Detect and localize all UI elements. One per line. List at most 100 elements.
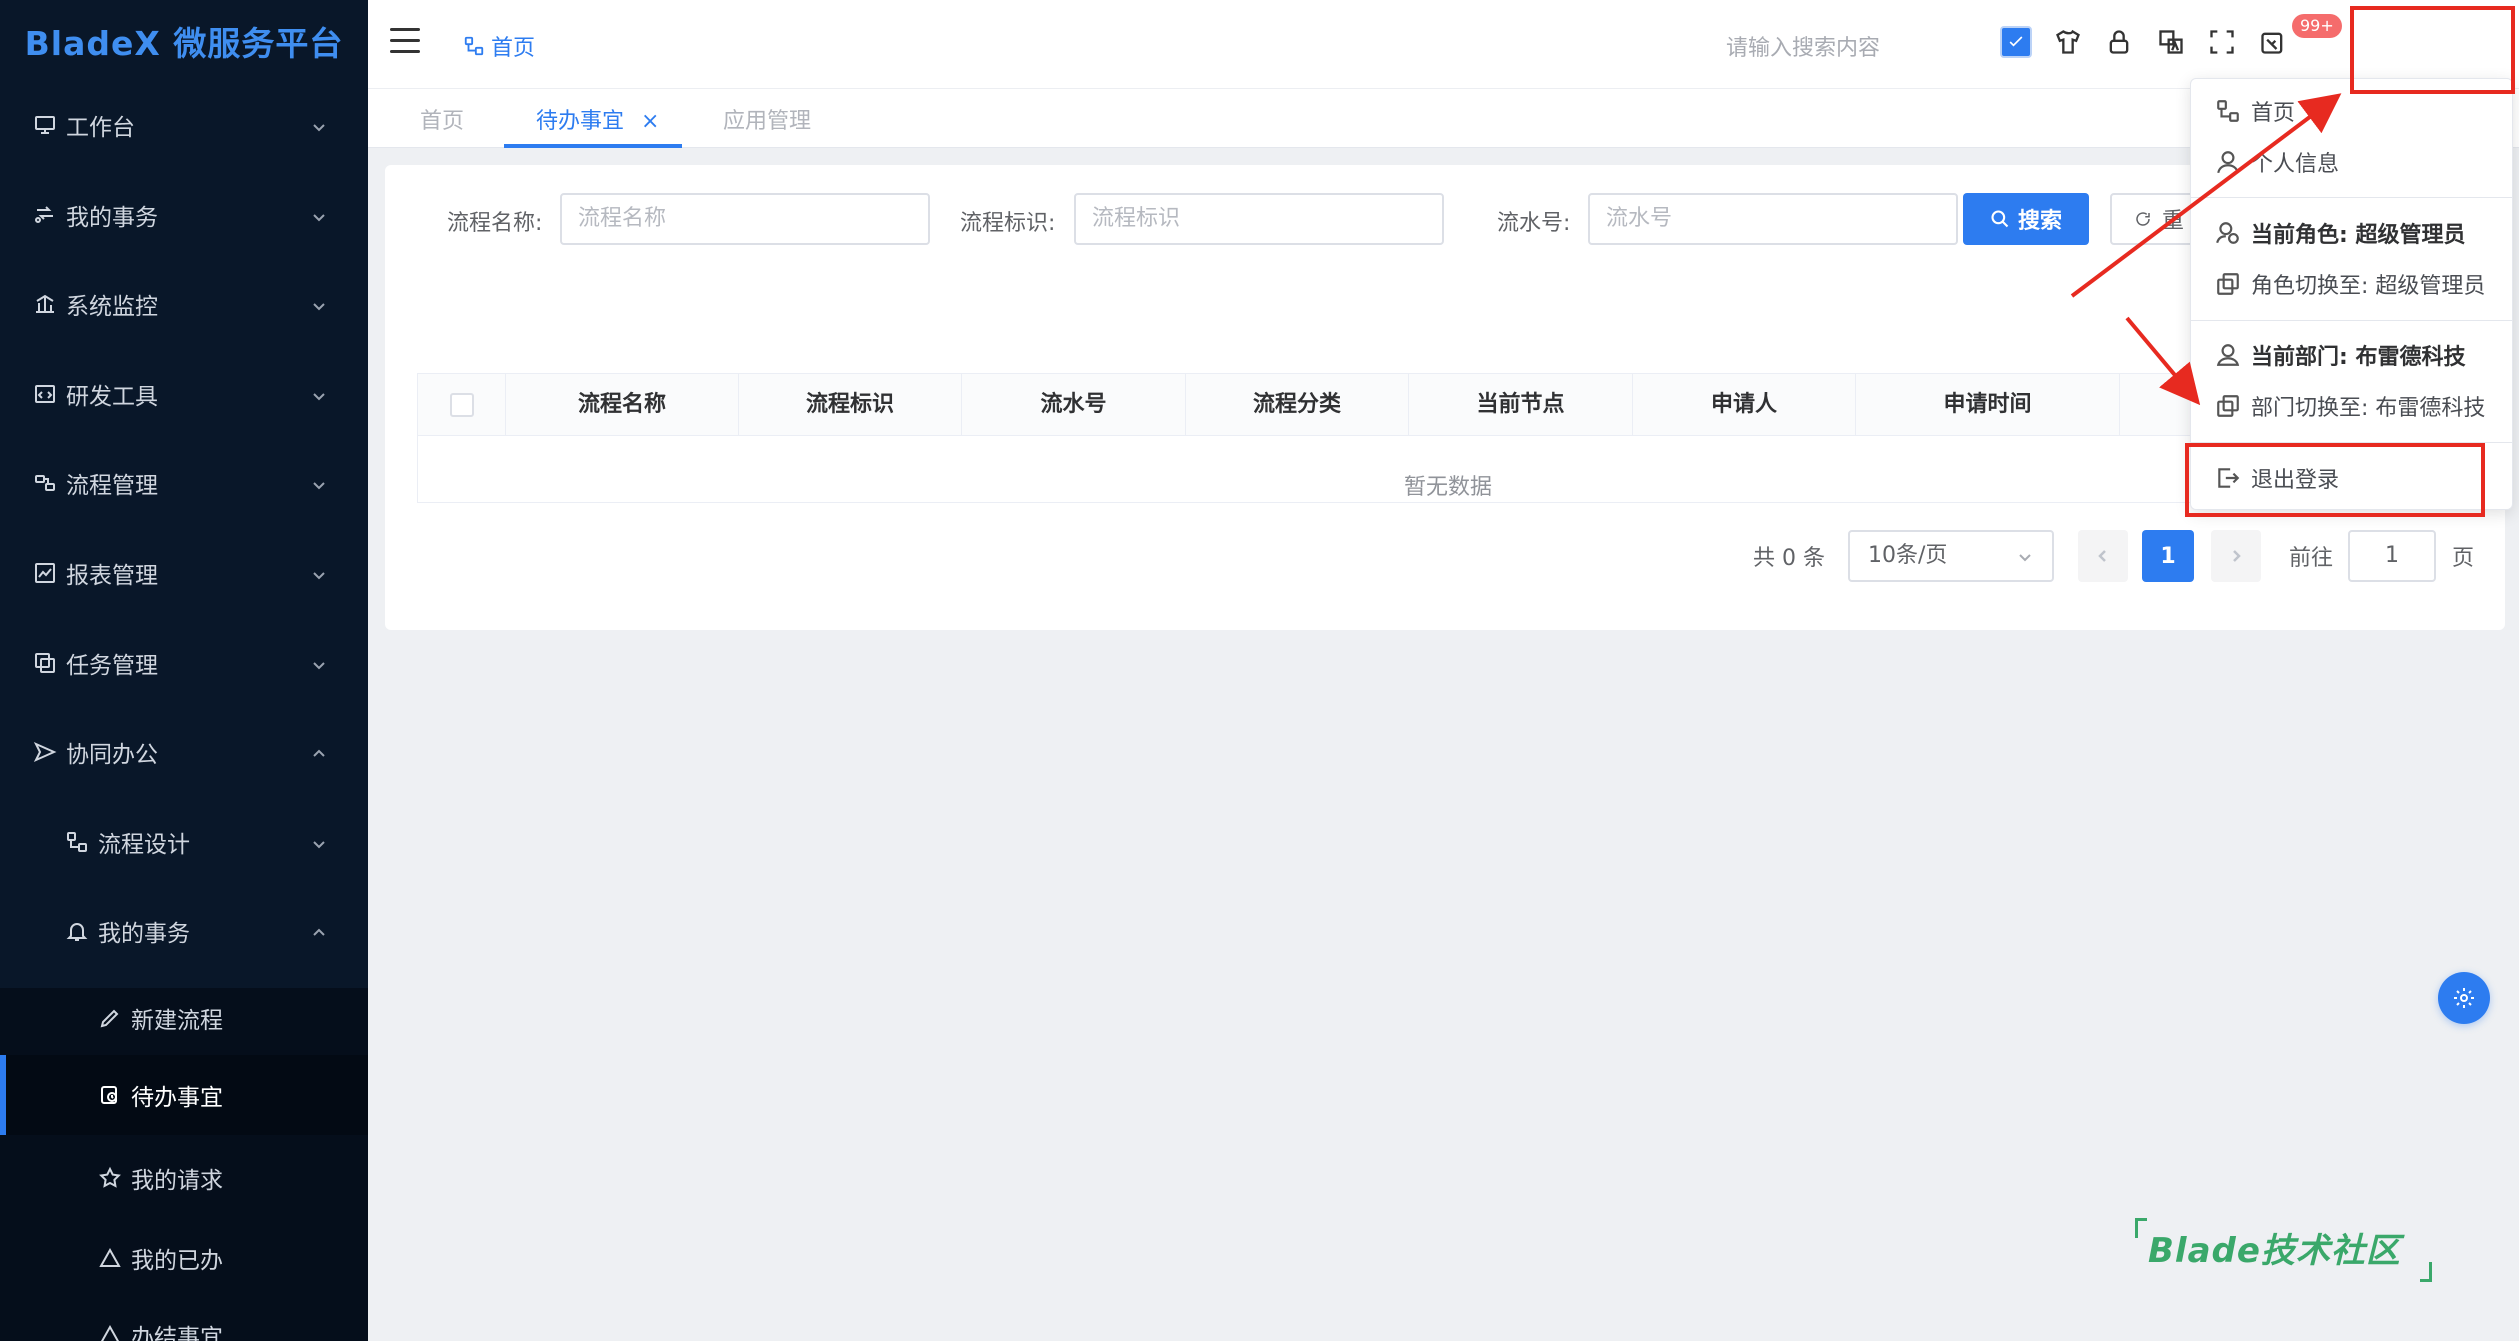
dropdown-label: 当前部门: 布雷德科技 — [2251, 345, 2466, 370]
bell-icon — [62, 916, 92, 946]
tab-app-management[interactable]: 应用管理 — [723, 103, 811, 135]
dropdown-item-profile[interactable]: 个人信息 — [2215, 142, 2339, 182]
column-header[interactable]: 流程名称 — [506, 374, 739, 436]
flow-name-label: 流程名称: — [447, 211, 543, 236]
dropdown-label: 首页 — [2251, 101, 2296, 126]
sidebar-item-task-management[interactable]: 任务管理 — [0, 633, 368, 693]
search-button[interactable]: 搜索 — [1963, 193, 2089, 245]
dropdown-item-switch-role[interactable]: 角色切换至: 超级管理员 — [2215, 264, 2485, 304]
flow-icon — [2217, 100, 2239, 122]
line-chart-icon — [30, 558, 60, 588]
sidebar-item-my-done[interactable]: 我的已办 — [0, 1228, 368, 1288]
header-search-input[interactable]: 请输入搜索内容 — [1726, 30, 1880, 62]
chevron-down-icon — [310, 564, 328, 582]
sidebar-item-report-management[interactable]: 报表管理 — [0, 543, 368, 603]
todo-icon — [95, 1080, 125, 1110]
sidebar-item-label: 我的事务 — [98, 921, 190, 947]
empty-text: 暂无数据 — [1403, 475, 1492, 500]
sidebar-item-label: 流程管理 — [66, 473, 158, 499]
sidebar-item-completed[interactable]: 办结事宜 — [0, 1305, 368, 1341]
sidebar-item-label: 待办事宜 — [131, 1085, 223, 1111]
column-header[interactable]: 流程标识 — [739, 374, 962, 436]
sidebar-item-system-monitor[interactable]: 系统监控 — [0, 274, 368, 334]
serial-input[interactable]: 流水号 — [1588, 193, 1958, 245]
search-button-label: 搜索 — [2017, 209, 2062, 234]
sidebar-item-my-affairs[interactable]: 我的事务 — [0, 185, 368, 245]
sidebar-item-label: 系统监控 — [66, 294, 158, 320]
column-header[interactable]: 申请人 — [1633, 374, 1856, 436]
chevron-down-icon — [310, 206, 328, 224]
sidebar-item-label: 流程设计 — [98, 832, 190, 858]
table-header: 流程名称 流程标识 流水号 流程分类 当前节点 申请人 申请时间 — [418, 374, 2230, 436]
flow-key-input[interactable]: 流程标识 — [1074, 193, 1444, 245]
chevron-down-icon — [310, 116, 328, 134]
sidebar-item-my-requests[interactable]: 我的请求 — [0, 1148, 368, 1208]
chevron-up-icon — [310, 922, 328, 940]
tab-todo[interactable]: 待办事宜 × — [536, 103, 659, 135]
flow-key-label: 流程标识: — [960, 211, 1056, 236]
sidebar-item-flow-management[interactable]: 流程管理 — [0, 453, 368, 513]
goto-page-input[interactable]: 1 — [2348, 530, 2436, 582]
column-header[interactable]: 当前节点 — [1409, 374, 1633, 436]
app-logo: BladeX 微服务平台 — [24, 24, 344, 63]
lock-icon[interactable] — [2103, 26, 2135, 58]
prev-page-button[interactable] — [2078, 530, 2128, 582]
page-size-select[interactable]: 10条/页 — [1848, 530, 2054, 582]
chevron-down-icon — [310, 654, 328, 672]
theme-shirt-icon[interactable] — [2052, 26, 2084, 58]
active-tab-indicator — [504, 144, 682, 148]
select-all-checkbox[interactable] — [450, 393, 474, 417]
translate-icon[interactable] — [2155, 26, 2187, 58]
sidebar-item-todo[interactable]: 待办事宜 — [0, 1055, 368, 1135]
next-page-button[interactable] — [2211, 530, 2261, 582]
dropdown-item-home[interactable]: 首页 — [2215, 91, 2295, 131]
pen-icon — [95, 1003, 125, 1033]
watermark-bracket — [2135, 1218, 2147, 1238]
breadcrumb-home[interactable]: 首页 — [491, 30, 535, 62]
affairs-icon — [30, 200, 60, 230]
column-header[interactable]: 流程分类 — [1186, 374, 1409, 436]
column-header[interactable]: 流水号 — [962, 374, 1186, 436]
chevron-down-icon — [310, 295, 328, 313]
dropdown-label: 部门切换至: 布雷德科技 — [2251, 396, 2486, 421]
watermark-text: Blade技术社区 — [2148, 1231, 2401, 1271]
sidebar-item-workbench[interactable]: 工作台 — [0, 95, 368, 155]
sidebar-item-dev-tools[interactable]: 研发工具 — [0, 364, 368, 424]
sidebar-item-my-affairs-sub[interactable]: 我的事务 — [0, 901, 368, 961]
dropdown-item-switch-dept[interactable]: 部门切换至: 布雷德科技 — [2215, 386, 2485, 426]
main-card: 流程名称: 流程名称 流程标识: 流程标识 流水号: 流水号 搜索 重 流程名称… — [385, 165, 2505, 630]
sidebar-item-collab-office[interactable]: 协同办公 — [0, 722, 368, 782]
sidebar-item-label: 报表管理 — [66, 563, 158, 589]
dropdown-item-current-dept: 当前部门: 布雷德科技 — [2215, 335, 2465, 375]
watermark-bracket — [2420, 1262, 2432, 1282]
close-icon[interactable]: × — [641, 109, 659, 134]
breadcrumb[interactable]: 首页 — [463, 30, 535, 62]
annotation-box-user — [2350, 6, 2515, 94]
column-header[interactable]: 申请时间 — [1856, 374, 2120, 436]
monitor-chart-icon — [30, 289, 60, 319]
chevron-up-icon — [310, 743, 328, 761]
refresh-icon — [2136, 212, 2150, 226]
notification-badge: 99+ — [2292, 14, 2342, 38]
checkbox-toggle-icon[interactable] — [2000, 26, 2032, 58]
sidebar-item-flow-design[interactable]: 流程设计 — [0, 812, 368, 872]
triangle-icon — [95, 1320, 125, 1341]
top-header: 首页 请输入搜索内容 99+ — [368, 0, 2519, 88]
hamburger-menu-icon[interactable] — [390, 28, 422, 54]
tab-label: 待办事宜 — [536, 109, 625, 134]
dropdown-label: 个人信息 — [2251, 152, 2340, 177]
code-window-icon — [30, 379, 60, 409]
flow-name-input[interactable]: 流程名称 — [560, 193, 930, 245]
notification-icon[interactable] — [2257, 26, 2289, 58]
sidebar-item-label: 我的已办 — [131, 1248, 223, 1274]
chevron-down-icon — [310, 385, 328, 403]
current-page-button[interactable]: 1 — [2142, 530, 2194, 582]
page-size-value: 10条/页 — [1868, 543, 1948, 568]
send-icon — [30, 737, 60, 767]
dropdown-item-current-role: 当前角色: 超级管理员 — [2215, 213, 2465, 253]
fullscreen-icon[interactable] — [2206, 26, 2238, 58]
search-icon — [1991, 210, 2009, 228]
tab-home[interactable]: 首页 — [420, 103, 464, 135]
settings-gear-icon[interactable] — [2438, 972, 2490, 1024]
sidebar-item-new-flow[interactable]: 新建流程 — [0, 988, 368, 1048]
